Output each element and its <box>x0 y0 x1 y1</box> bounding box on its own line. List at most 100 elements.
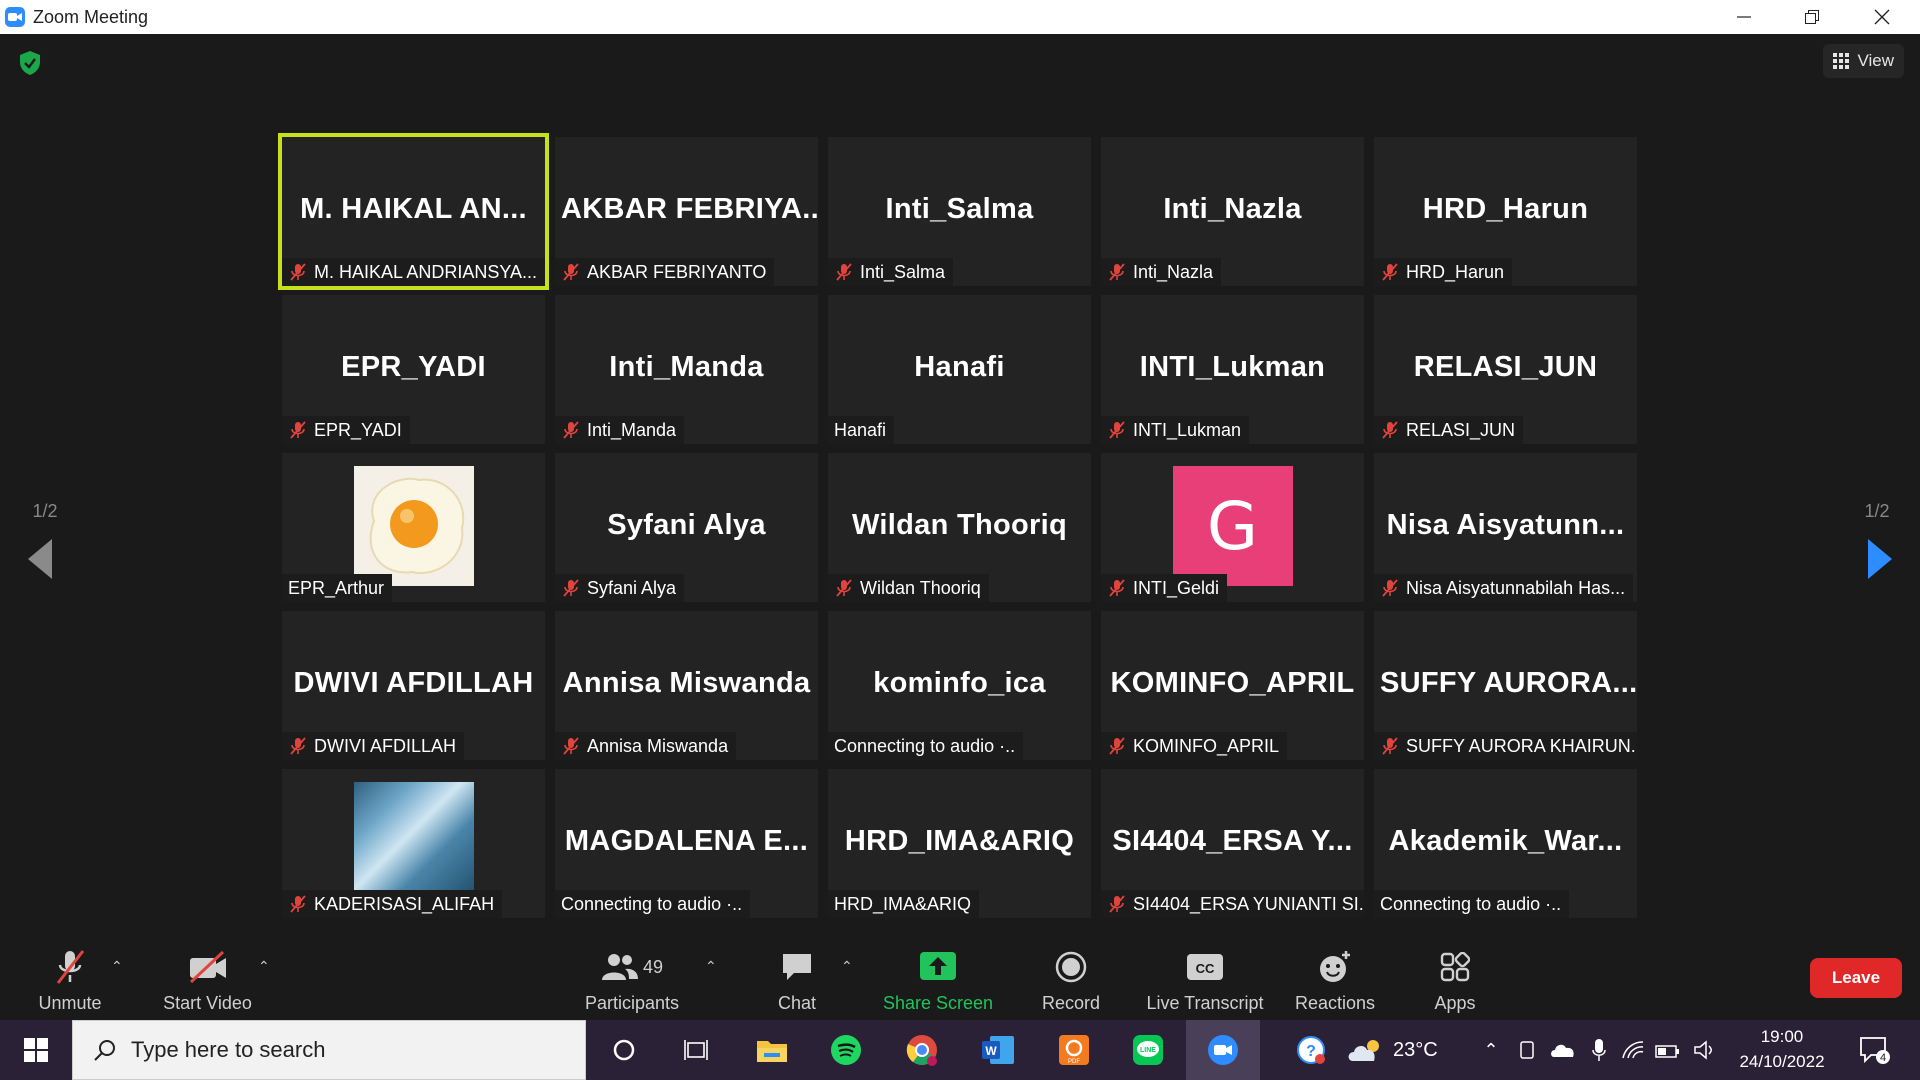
page-indicator-left: 1/2 <box>32 501 58 521</box>
pdf-reader-icon[interactable]: PDF <box>1054 1020 1094 1080</box>
participant-tile[interactable]: Syfani Alya Syfani Alya <box>555 453 818 602</box>
clock-time: 19:00 <box>1760 1027 1804 1046</box>
participant-tile[interactable]: MAGDALENA E... Connecting to audio ·.. <box>555 769 818 918</box>
chat-options-caret-icon[interactable]: ⌃ <box>841 958 853 975</box>
cortana-icon[interactable] <box>604 1020 644 1080</box>
unmute-button[interactable]: Unmute <box>30 942 110 1020</box>
spotify-icon[interactable] <box>826 1020 866 1080</box>
participant-name-label: Connecting to audio ·.. <box>828 732 1024 760</box>
participant-tile[interactable]: Inti_Manda Inti_Manda <box>555 295 818 444</box>
muted-mic-icon <box>1380 578 1400 598</box>
participant-tile[interactable]: Nisa Aisyatunn... Nisa Aisyatunnabilah Ha… <box>1374 453 1637 602</box>
onedrive-cloud-icon[interactable] <box>1548 1020 1578 1080</box>
title-bar: Zoom Meeting <box>0 0 1920 34</box>
next-page-arrow-icon[interactable] <box>1866 539 1892 584</box>
word-icon[interactable]: W <box>978 1020 1018 1080</box>
participant-display-name: EPR_YADI <box>341 350 486 383</box>
minimize-button[interactable] <box>1710 0 1778 34</box>
previous-page-arrow-icon[interactable] <box>28 539 54 584</box>
participant-avatar <box>353 782 474 902</box>
help-icon[interactable]: ? <box>1293 1020 1329 1080</box>
audio-options-caret-icon[interactable]: ⌃ <box>111 958 123 975</box>
participant-name-text: Nisa Aisyatunnabilah Has... <box>1406 577 1626 598</box>
participant-tile[interactable]: KADERISASI_ALIFAH <box>282 769 545 918</box>
participant-tile[interactable]: HRD_Harun HRD_Harun <box>1374 137 1637 286</box>
record-button[interactable]: Record <box>1035 942 1107 1020</box>
participant-tile[interactable]: KOMINFO_APRIL KOMINFO_APRIL <box>1101 611 1364 760</box>
participant-tile[interactable]: SI4404_ERSA Y... SI4404_ERSA YUNIANTI SI.… <box>1101 769 1364 918</box>
zoom-taskbar-icon[interactable] <box>1186 1020 1260 1080</box>
participant-tile[interactable]: HRD_IMA&ARIQ HRD_IMA&ARIQ <box>828 769 1091 918</box>
device-icon[interactable] <box>1512 1020 1542 1080</box>
participant-tile[interactable]: INTI_Lukman INTI_Lukman <box>1101 295 1364 444</box>
reactions-button[interactable]: Reactions <box>1290 942 1380 1020</box>
participant-display-name: Syfani Alya <box>607 508 766 541</box>
muted-mic-icon <box>834 262 854 282</box>
task-view-icon[interactable] <box>676 1020 716 1080</box>
battery-icon[interactable] <box>1652 1020 1682 1080</box>
volume-icon[interactable] <box>1690 1020 1720 1080</box>
participant-tile[interactable]: G INTI_Geldi <box>1101 453 1364 602</box>
microphone-tray-icon[interactable] <box>1584 1020 1614 1080</box>
notification-center-icon[interactable]: 4 <box>1855 1020 1895 1080</box>
file-explorer-icon[interactable] <box>752 1020 792 1080</box>
muted-mic-icon <box>288 420 308 440</box>
participant-tile[interactable]: Inti_Nazla Inti_Nazla <box>1101 137 1364 286</box>
taskbar-search-box[interactable]: Type here to search <box>72 1020 586 1080</box>
line-app-icon[interactable]: LINE <box>1128 1020 1168 1080</box>
participants-options-caret-icon[interactable]: ⌃ <box>705 958 717 975</box>
participant-tile[interactable]: SUFFY AURORA... SUFFY AURORA KHAIRUN... <box>1374 611 1637 760</box>
apps-icon <box>1440 947 1470 987</box>
participant-display-name: Wildan Thooriq <box>852 508 1067 541</box>
participant-tile[interactable]: EPR_YADI EPR_YADI <box>282 295 545 444</box>
participant-display-name: KOMINFO_APRIL <box>1110 666 1355 699</box>
weather-widget[interactable]: 23°C <box>1347 1020 1438 1080</box>
live-transcript-button[interactable]: CC Live Transcript <box>1138 942 1272 1020</box>
participant-name-text: Inti_Salma <box>860 261 946 282</box>
muted-mic-icon <box>561 420 581 440</box>
participant-tile[interactable]: EPR_Arthur <box>282 453 545 602</box>
meeting-area: View 1/2 1/2 M. HAIKAL AN... M. HAIKAL AN… <box>0 34 1920 942</box>
participant-name-label: Connecting to audio ·.. <box>1374 890 1570 918</box>
windows-start-icon[interactable] <box>0 1020 72 1080</box>
participant-tile[interactable]: Akademik_War... Connecting to audio ·.. <box>1374 769 1637 918</box>
participant-tile[interactable]: AKBAR FEBRIYA... AKBAR FEBRIYANTO <box>555 137 818 286</box>
security-shield-icon[interactable] <box>18 50 42 76</box>
participant-tile[interactable]: Annisa Miswanda Annisa Miswanda <box>555 611 818 760</box>
view-button[interactable]: View <box>1823 44 1904 78</box>
muted-mic-icon <box>1380 736 1400 756</box>
participant-tile[interactable]: Wildan Thooriq Wildan Thooriq <box>828 453 1091 602</box>
wifi-icon[interactable] <box>1618 1020 1648 1080</box>
participant-name-label: Inti_Nazla <box>1101 258 1222 286</box>
taskbar-clock[interactable]: 19:00 24/10/2022 <box>1730 1024 1834 1074</box>
search-icon <box>94 1040 115 1061</box>
participant-tile[interactable]: M. HAIKAL AN... M. HAIKAL ANDRIANSYA... <box>278 133 549 290</box>
participant-tile[interactable]: Inti_Salma Inti_Salma <box>828 137 1091 286</box>
chrome-icon[interactable] <box>902 1020 942 1080</box>
participant-name-text: EPR_Arthur <box>288 577 385 598</box>
show-hidden-icons-caret-icon[interactable]: ⌃ <box>1478 1020 1504 1080</box>
participant-name-label: Syfani Alya <box>555 574 685 602</box>
start-video-button[interactable]: Start Video <box>155 942 260 1020</box>
participant-name-label: Hanafi <box>828 416 895 444</box>
leave-button[interactable]: Leave <box>1810 958 1902 998</box>
restore-button[interactable] <box>1778 0 1846 34</box>
participants-icon: 49 <box>601 947 663 987</box>
participant-tile[interactable]: DWIVI AFDILLAH DWIVI AFDILLAH <box>282 611 545 760</box>
participant-name-text: HRD_IMA&ARIQ <box>834 893 972 914</box>
apps-button[interactable]: Apps <box>1421 942 1489 1020</box>
participant-name-text: RELASI_JUN <box>1406 419 1516 440</box>
muted-mic-icon <box>834 578 854 598</box>
participant-name-text: HRD_Harun <box>1406 261 1505 282</box>
participant-name-text: Wildan Thooriq <box>860 577 981 598</box>
participant-display-name: HRD_Harun <box>1422 192 1589 225</box>
chat-button[interactable]: Chat <box>767 942 827 1020</box>
share-screen-button[interactable]: Share Screen <box>880 942 996 1020</box>
participant-tile[interactable]: RELASI_JUN RELASI_JUN <box>1374 295 1637 444</box>
svg-text:PDF: PDF <box>1068 1059 1080 1065</box>
participant-tile[interactable]: kominfo_ica Connecting to audio ·.. <box>828 611 1091 760</box>
close-button[interactable] <box>1848 0 1916 34</box>
participant-tile[interactable]: Hanafi Hanafi <box>828 295 1091 444</box>
participants-button[interactable]: 49 Participants <box>576 942 688 1020</box>
video-options-caret-icon[interactable]: ⌃ <box>258 958 270 975</box>
